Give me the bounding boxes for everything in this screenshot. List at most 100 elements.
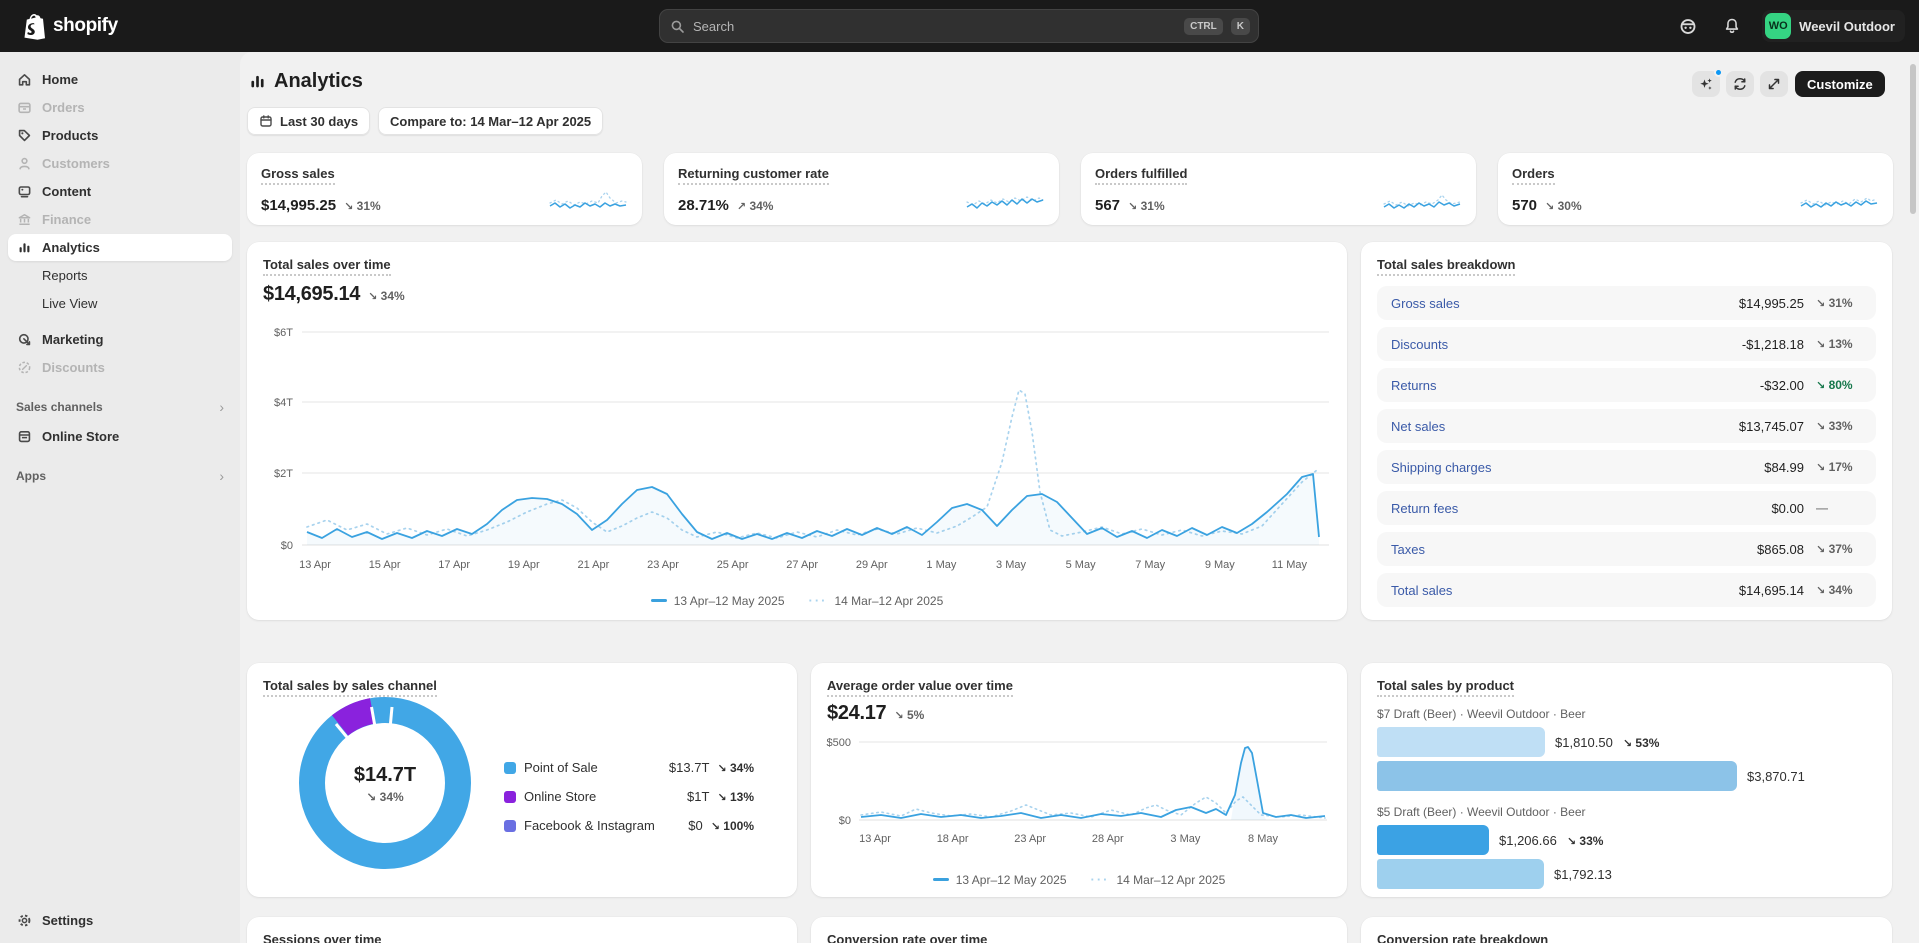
sidebar-item-reports[interactable]: Reports (8, 262, 232, 289)
analytics-bars-icon (16, 240, 32, 255)
chevron-right-icon: › (219, 399, 224, 415)
search-input[interactable]: Search CTRL K (659, 9, 1259, 43)
customize-button[interactable]: Customize (1795, 71, 1885, 97)
sidebar-item-customers[interactable]: Customers (8, 150, 232, 177)
orders-icon (16, 100, 32, 115)
cycle-arrows-icon (1732, 76, 1748, 92)
svg-text:9 May: 9 May (1205, 559, 1235, 571)
breakdown-link[interactable]: Net sales (1391, 419, 1598, 434)
trend-delta: ↗ 34% (737, 199, 774, 213)
product-bar-current[interactable]: $1,810.50↘ 53% (1377, 727, 1876, 757)
legend-current-period[interactable]: 13 Apr–12 May 2025 (651, 594, 785, 608)
shortcut-ctrl-key: CTRL (1184, 18, 1223, 35)
product-bar-previous[interactable]: $1,792.13 (1377, 859, 1876, 889)
trend-up-icon: ↗ (737, 200, 746, 213)
breakdown-link[interactable]: Gross sales (1391, 296, 1598, 311)
svg-text:3 May: 3 May (996, 559, 1026, 571)
channel-legend-facebook-instagram[interactable]: Facebook & Instagram $0 ↘ 100% (504, 811, 754, 840)
breakdown-link[interactable]: Return fees (1391, 501, 1598, 516)
breakdown-row: Discounts-$1,218.18↘ 13% (1377, 327, 1876, 361)
metric-card-orders-fulfilled[interactable]: Orders fulfilled 567 ↘ 31% (1081, 153, 1476, 225)
pos-swatch (504, 762, 516, 774)
sales-channels-header[interactable]: Sales channels › (8, 399, 232, 415)
sidebar-item-online-store[interactable]: Online Store (8, 423, 232, 450)
date-range-button[interactable]: Last 30 days (247, 107, 370, 135)
trend-down-icon: ↘ (1816, 584, 1825, 597)
finance-bank-icon (16, 212, 32, 227)
svg-text:$14.7T: $14.7T (354, 764, 416, 786)
breakdown-link[interactable]: Returns (1391, 378, 1598, 393)
channel-donut-chart: $14.7T ↘ 34% (295, 695, 475, 875)
breakdown-link[interactable]: Discounts (1391, 337, 1598, 352)
total-sales-over-time-card: Total sales over time $14,695.14 ↘ 34% $… (247, 242, 1347, 620)
breakdown-row: Return fees$0.00— (1377, 491, 1876, 525)
trend-down-icon: ↘ (1816, 379, 1825, 392)
sidekick-insights-button[interactable] (1692, 71, 1720, 97)
compare-to-button[interactable]: Compare to: 14 Mar–12 Apr 2025 (378, 107, 603, 135)
dotted-line-swatch: ··· (1091, 872, 1110, 887)
sidebar-item-content[interactable]: Content (8, 178, 232, 205)
current-period-line (307, 474, 1319, 539)
trend-down-icon: ↘ (1623, 737, 1632, 750)
notification-dot (1714, 68, 1723, 77)
sidebar-item-finance[interactable]: Finance (8, 206, 232, 233)
trend-down-icon: ↘ (717, 762, 726, 775)
previous-period-line (307, 390, 1317, 538)
trend-down-icon: ↘ (1816, 297, 1825, 310)
sidebar-item-marketing[interactable]: Marketing (8, 326, 232, 353)
svg-text:$0: $0 (839, 815, 851, 827)
expand-diagonal-icon (1766, 76, 1782, 92)
trend-delta: ↘ 34% (368, 289, 405, 303)
legend-previous-period[interactable]: ···14 Mar–12 Apr 2025 (809, 593, 944, 608)
center-delta: ↘ 34% (366, 790, 404, 804)
breakdown-link[interactable]: Taxes (1391, 542, 1598, 557)
sidebar-item-discounts[interactable]: Discounts (8, 354, 232, 381)
channel-legend-point-of-sale[interactable]: Point of Sale $13.7T ↘ 34% (504, 753, 754, 782)
product-bar-current[interactable]: $1,206.66↘ 33% (1377, 825, 1876, 855)
svg-text:15 Apr: 15 Apr (369, 559, 401, 571)
metric-card-orders[interactable]: Orders 570 ↘ 30% (1498, 153, 1893, 225)
metric-card-gross-sales[interactable]: Gross sales $14,995.25 ↘ 31% (247, 153, 642, 225)
sidebar-item-orders[interactable]: Orders (8, 94, 232, 121)
sidebar-item-products[interactable]: Products (8, 122, 232, 149)
apps-header[interactable]: Apps › (8, 468, 232, 484)
trend-down-icon: ↘ (368, 290, 377, 303)
trend-delta: ↘ 30% (1545, 199, 1582, 213)
sidebar-item-home[interactable]: Home (8, 66, 232, 93)
total-sales-line-chart: $6T $4T $2T $0 13 Apr 15 Apr 17 Apr 19 A… (247, 312, 1347, 582)
shopify-logo[interactable]: shopify (22, 0, 118, 52)
trend-down-icon: ↘ (344, 200, 353, 213)
notifications-bell-icon[interactable] (1718, 12, 1746, 40)
dotted-line-swatch: ··· (809, 593, 828, 608)
average-order-value-card: Average order value over time $24.17 ↘ 5… (811, 663, 1347, 897)
legend-current-period[interactable]: 13 Apr–12 May 2025 (933, 873, 1067, 887)
sidekick-assistant-icon[interactable] (1674, 12, 1702, 40)
aov-line-chart: $500 $0 13 Apr 18 Apr 23 Apr 28 Apr 3 Ma… (811, 725, 1347, 855)
svg-text:3 May: 3 May (1170, 833, 1200, 845)
sidebar-item-live-view[interactable]: Live View (8, 290, 232, 317)
trend-down-icon: ↘ (717, 791, 726, 804)
expand-fullscreen-button[interactable] (1760, 71, 1788, 97)
breakdown-row: Returns-$32.00↘ 80% (1377, 368, 1876, 402)
sparkles-icon (1698, 76, 1714, 92)
customers-icon (16, 156, 32, 171)
metric-card-returning-customer-rate[interactable]: Returning customer rate 28.71% ↗ 34% (664, 153, 1059, 225)
search-placeholder: Search (693, 19, 1176, 34)
legend-previous-period[interactable]: ···14 Mar–12 Apr 2025 (1091, 872, 1226, 887)
online-store-swatch (504, 791, 516, 803)
store-account-menu[interactable]: WO Weevil Outdoor (1762, 10, 1905, 42)
chevron-right-icon: › (219, 468, 224, 484)
trend-down-icon: ↘ (1545, 200, 1554, 213)
trend-delta: ↘ 31% (344, 199, 381, 213)
marketing-icon (16, 332, 32, 347)
breakdown-link[interactable]: Total sales (1391, 583, 1598, 598)
sidebar-item-settings[interactable]: Settings (8, 907, 232, 934)
sidebar-item-analytics[interactable]: Analytics (8, 234, 232, 261)
refresh-cycle-button[interactable] (1726, 71, 1754, 97)
online-store-icon (16, 429, 32, 444)
vertical-scrollbar[interactable] (1910, 64, 1916, 214)
aov-value: $24.17 (827, 702, 886, 725)
breakdown-link[interactable]: Shipping charges (1391, 460, 1598, 475)
product-bar-previous[interactable]: $3,870.71 (1377, 761, 1876, 791)
channel-legend-online-store[interactable]: Online Store $1T ↘ 13% (504, 782, 754, 811)
